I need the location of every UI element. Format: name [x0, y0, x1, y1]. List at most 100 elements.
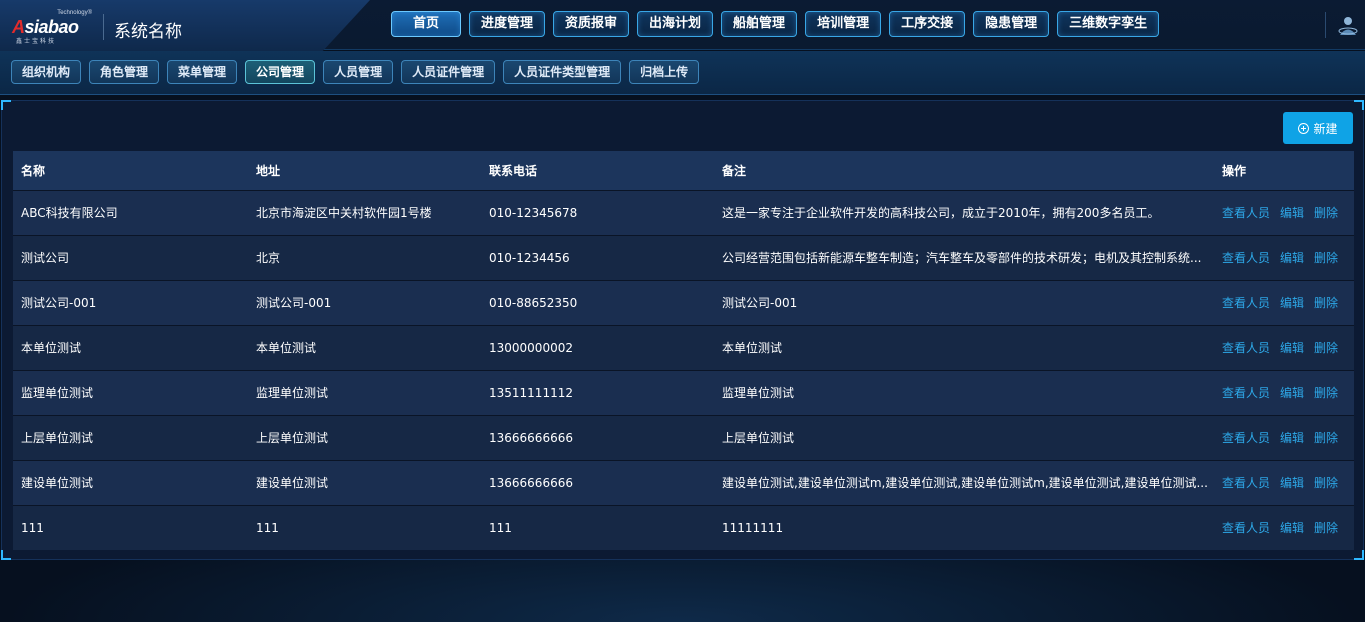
edit-link[interactable]: 编辑 [1280, 431, 1304, 445]
view-personnel-link[interactable]: 查看人员 [1222, 431, 1270, 445]
topnav-vessel[interactable]: 船舶管理 [721, 11, 798, 37]
edit-link[interactable]: 编辑 [1280, 296, 1304, 310]
cell-phone: 010-88652350 [481, 279, 714, 325]
cell-remark: 上层单位测试 [714, 414, 1214, 460]
cell-ops: 查看人员 编辑 删除 [1214, 324, 1354, 370]
delete-link[interactable]: 删除 [1314, 296, 1338, 310]
cell-name: 建设单位测试 [13, 459, 248, 505]
subnav-certificate-type[interactable]: 人员证件类型管理 [503, 60, 622, 84]
new-button-label: 新建 [1313, 121, 1338, 136]
delete-link[interactable]: 删除 [1314, 431, 1338, 445]
delete-link[interactable]: 删除 [1314, 386, 1338, 400]
company-logo: Asiabao Technology® 鑫士宝科技 [12, 10, 92, 45]
delete-link[interactable]: 删除 [1314, 521, 1338, 535]
topnav-digital-twin[interactable]: 三维数字孪生 [1057, 11, 1160, 37]
cell-name: 测试公司 [13, 234, 248, 280]
edit-link[interactable]: 编辑 [1280, 251, 1304, 265]
cell-remark: 建设单位测试,建设单位测试m,建设单位测试,建设单位测试m,建设单位测试,建设单… [714, 459, 1214, 505]
cell-remark: 本单位测试 [714, 324, 1214, 370]
cell-ops: 查看人员 编辑 删除 [1214, 369, 1354, 415]
table-row: 监理单位测试 监理单位测试 13511111112 监理单位测试 查看人员 编辑删… [13, 369, 1354, 415]
main-panel: 新建 名称 地址 联系电话 备注 操作 ABC科技有限公司 北京市海淀区中关村软… [1, 100, 1364, 560]
edit-link[interactable]: 编辑 [1280, 386, 1304, 400]
subnav-org[interactable]: 组织机构 [11, 60, 82, 84]
cell-remark: 11111111 [714, 504, 1214, 550]
new-button[interactable]: 新建 [1283, 112, 1353, 144]
edit-link[interactable]: 编辑 [1280, 521, 1304, 535]
subnav-company[interactable]: 公司管理 [245, 60, 316, 84]
cell-remark: 这是一家专注于企业软件开发的高科技公司，成立于2010年，拥有200多名员工。 [714, 189, 1214, 235]
delete-link[interactable]: 删除 [1314, 341, 1338, 355]
user-area [1325, 12, 1365, 38]
topnav-hazard[interactable]: 隐患管理 [973, 11, 1050, 37]
cell-remark: 公司经营范围包括新能源车整车制造；汽车整车及零部件的技术研发；电机及其控制系统.… [714, 234, 1214, 280]
col-header-address: 地址 [248, 151, 481, 190]
cell-phone: 13666666666 [481, 459, 714, 505]
cell-remark: 监理单位测试 [714, 369, 1214, 415]
delete-link[interactable]: 删除 [1314, 206, 1338, 220]
delete-link[interactable]: 删除 [1314, 251, 1338, 265]
topnav-training[interactable]: 培训管理 [805, 11, 882, 37]
cell-phone: 010-1234456 [481, 234, 714, 280]
plus-circle-icon [1298, 122, 1310, 134]
cell-phone: 13511111112 [481, 369, 714, 415]
corner-decoration [1354, 550, 1364, 560]
cell-remark: 测试公司-001 [714, 279, 1214, 325]
cell-ops: 查看人员 编辑 删除 [1214, 504, 1354, 550]
cell-address: 上层单位测试 [248, 414, 481, 460]
topnav-handover[interactable]: 工序交接 [889, 11, 966, 37]
view-personnel-link[interactable]: 查看人员 [1222, 296, 1270, 310]
subnav-archive-upload[interactable]: 归档上传 [629, 60, 700, 84]
col-header-remark: 备注 [714, 151, 1214, 190]
cell-name: 测试公司-001 [13, 279, 248, 325]
corner-decoration [1, 550, 11, 560]
delete-link[interactable]: 删除 [1314, 476, 1338, 490]
topnav-sea-plan[interactable]: 出海计划 [637, 11, 714, 37]
cell-ops: 查看人员 编辑 删除 [1214, 234, 1354, 280]
corner-decoration [1354, 100, 1364, 110]
cell-name: 本单位测试 [13, 324, 248, 370]
edit-link[interactable]: 编辑 [1280, 341, 1304, 355]
cell-address: 111 [248, 504, 481, 550]
topnav-qualification[interactable]: 资质报审 [553, 11, 630, 37]
subnav-menu[interactable]: 菜单管理 [167, 60, 238, 84]
view-personnel-link[interactable]: 查看人员 [1222, 251, 1270, 265]
subnav-role[interactable]: 角色管理 [89, 60, 160, 84]
cell-address: 北京 [248, 234, 481, 280]
cell-address: 北京市海淀区中关村软件园1号楼 [248, 189, 481, 235]
cell-ops: 查看人员 编辑 删除 [1214, 459, 1354, 505]
col-header-phone: 联系电话 [481, 151, 714, 190]
cell-address: 建设单位测试 [248, 459, 481, 505]
cell-phone: 13666666666 [481, 414, 714, 460]
cell-address: 监理单位测试 [248, 369, 481, 415]
topnav-progress[interactable]: 进度管理 [469, 11, 546, 37]
cell-phone: 13000000002 [481, 324, 714, 370]
logo-subtitle: 鑫士宝科技 [16, 38, 57, 45]
system-title: 系统名称 [114, 22, 182, 42]
table-header-row: 名称 地址 联系电话 备注 操作 [13, 151, 1354, 190]
subnav-personnel[interactable]: 人员管理 [323, 60, 394, 84]
sub-nav: 组织机构 角色管理 菜单管理 公司管理 人员管理 人员证件管理 人员证件类型管理… [11, 60, 700, 84]
cell-ops: 查看人员 编辑 删除 [1214, 189, 1354, 235]
cell-address: 测试公司-001 [248, 279, 481, 325]
user-icon[interactable] [1338, 15, 1358, 37]
table-row: 本单位测试 本单位测试 13000000002 本单位测试 查看人员 编辑 删除 [13, 324, 1354, 370]
subnav-certificate[interactable]: 人员证件管理 [401, 60, 496, 84]
cell-name: ABC科技有限公司 [13, 189, 248, 235]
col-header-ops: 操作 [1214, 151, 1354, 190]
view-personnel-link[interactable]: 查看人员 [1222, 521, 1270, 535]
view-personnel-link[interactable]: 查看人员 [1222, 386, 1270, 400]
topnav-home[interactable]: 首页 [391, 11, 461, 37]
corner-decoration [1, 100, 11, 110]
edit-link[interactable]: 编辑 [1280, 206, 1304, 220]
view-personnel-link[interactable]: 查看人员 [1222, 206, 1270, 220]
cell-name: 监理单位测试 [13, 369, 248, 415]
view-personnel-link[interactable]: 查看人员 [1222, 341, 1270, 355]
company-table: 名称 地址 联系电话 备注 操作 ABC科技有限公司 北京市海淀区中关村软件园1… [13, 151, 1354, 550]
edit-link[interactable]: 编辑 [1280, 476, 1304, 490]
cell-name: 111 [13, 504, 248, 550]
top-header: Asiabao Technology® 鑫士宝科技 系统名称 首页 进度管理 资… [0, 0, 1365, 56]
view-personnel-link[interactable]: 查看人员 [1222, 476, 1270, 490]
col-header-name: 名称 [13, 151, 248, 190]
table-row: 111 111 111 11111111 查看人员 编辑 删除 [13, 504, 1354, 550]
